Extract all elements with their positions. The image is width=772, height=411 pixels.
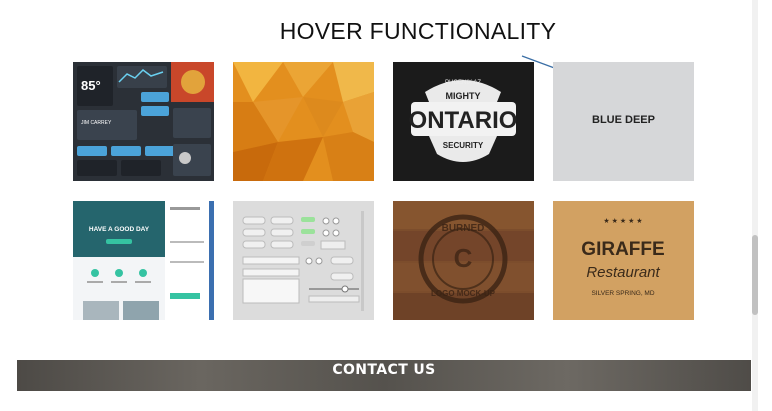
svg-text:C: C [454,243,473,273]
giraffe-logo-image: ★ ★ ★ ★ ★ GIRAFFE Restaurant SILVER SPRI… [553,201,694,320]
giraffe-title: GIRAFFE [581,239,664,260]
gallery-tile-burned-logo[interactable]: C BURNED LOGO MOCK-UP [393,201,534,320]
gallery-tile-orange-polygon[interactable] [233,62,374,181]
gallery-tile-giraffe[interactable]: ★ ★ ★ ★ ★ GIRAFFE Restaurant SILVER SPRI… [553,201,694,320]
contact-section: CONTACT US [17,360,751,391]
stamp-top-text: BURNED [442,223,485,234]
badge-top-text: PHOENIX AZ [445,80,481,86]
polygon-image [233,62,374,181]
svg-text:★ ★ ★ ★ ★: ★ ★ ★ ★ ★ [603,217,642,225]
burned-logo-image: C BURNED LOGO MOCK-UP [393,201,534,320]
giraffe-location: SILVER SPRING, MD [591,290,654,297]
svg-text:85°: 85° [81,78,101,93]
ui-controls-image [233,201,374,320]
gallery-tile-ui-controls[interactable] [233,201,374,320]
gallery-tile-hovered[interactable]: BLUE DEEP [553,62,694,181]
gallery-tile-dashboard[interactable]: 85° JIM CARREY [73,62,214,181]
svg-text:JIM CARREY: JIM CARREY [81,120,112,126]
scrollbar-thumb[interactable] [752,235,758,315]
landing-hero-text: HAVE A GOOD DAY [89,226,150,233]
gallery-tile-ontario[interactable]: PHOENIX AZ MIGHTY ONTARIO SECURITY [393,62,534,181]
badge-line1: MIGHTY [446,91,481,101]
stamp-bottom-text: LOGO MOCK-UP [431,289,496,298]
ontario-badge-image: PHOENIX AZ MIGHTY ONTARIO SECURITY [393,62,534,181]
scrollbar[interactable] [752,0,758,411]
giraffe-subtitle: Restaurant [586,264,660,281]
badge-line3: SECURITY [443,141,484,150]
annotation-title: HOVER FUNCTIONALITY [279,18,557,44]
dashboard-image: 85° JIM CARREY [73,62,214,181]
annotation: HOVER FUNCTIONALITY [0,18,772,45]
hover-label: BLUE DEEP [592,114,655,126]
gallery-tile-landing-page[interactable]: HAVE A GOOD DAY [73,201,214,320]
badge-line2: ONTARIO [409,107,518,134]
contact-heading: CONTACT US [332,362,436,378]
landing-page-image: HAVE A GOOD DAY [73,201,214,320]
